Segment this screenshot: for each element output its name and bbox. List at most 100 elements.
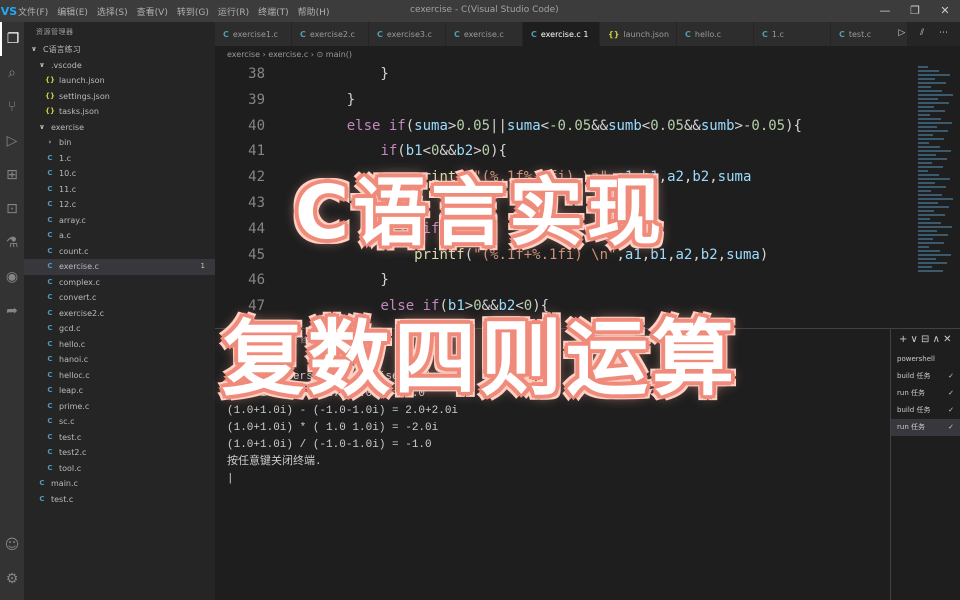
editor-tab-label: exercise.c 1	[540, 29, 589, 39]
tree-item[interactable]: {} settings.json	[24, 89, 215, 105]
source-control-icon[interactable]: ⑂	[0, 90, 24, 124]
tree-item[interactable]: › bin	[24, 135, 215, 151]
json-file-icon: {}	[608, 29, 620, 39]
minimap-line	[918, 266, 932, 268]
explorer-header: 资源管理器	[36, 28, 74, 36]
terminal-line: (1.0+1.0i) * ( 1.0 1.0i) = -2.0i	[227, 422, 439, 434]
c-file-icon: C	[47, 432, 53, 441]
tree-item[interactable]: Cexercise.c 1	[24, 259, 215, 275]
c-file-icon: C	[39, 479, 45, 487]
tree-item[interactable]: Cmain.c	[24, 476, 215, 492]
tree-item[interactable]: {} launch.json	[24, 73, 215, 89]
menu-bar: 文件(F) 编辑(E) 选择(S) 查看(V) 转到(G) 运行(R) 终端(T) 帮助(H)	[18, 5, 338, 18]
json-file-icon: {}	[45, 91, 55, 100]
minimap-line	[918, 130, 948, 132]
minimap-line	[918, 138, 944, 140]
minimap-line	[918, 142, 929, 144]
menu-item-6[interactable]: 终端(T)	[258, 8, 289, 18]
tree-item[interactable]: ∨ exercise	[24, 120, 215, 136]
tree-item[interactable]: ∨ C语言练习	[24, 42, 215, 58]
editor-tab[interactable]: Cexercise.c 1	[523, 22, 600, 46]
minimap-line	[918, 66, 928, 68]
tree-item[interactable]: ∨ .vscode	[24, 58, 215, 74]
tree-item-label: bin	[59, 138, 72, 147]
json-file-icon: {}	[45, 76, 55, 84]
editor-tab[interactable]: C 1.c	[754, 22, 831, 46]
menu-item-0[interactable]: 文件(F)	[18, 8, 48, 18]
tree-item-label: test.c	[59, 432, 82, 442]
minimap-line	[918, 110, 945, 112]
window-title: cexercise - C(Visual Studio Code)	[410, 5, 559, 15]
check-icon: ✓	[948, 423, 954, 431]
c-file-icon: C	[47, 293, 53, 301]
menu-item-2[interactable]: 选择(S)	[97, 8, 128, 18]
menu-item-7[interactable]: 帮助(H)	[298, 8, 330, 18]
minimap-line	[918, 82, 946, 84]
editor-tab[interactable]: Ctest.c	[831, 22, 908, 46]
line-number: 41	[248, 143, 265, 160]
minimap-line	[918, 74, 950, 76]
window-controls: — ❐ ✕	[870, 0, 960, 22]
close-button[interactable]: ✕	[930, 0, 960, 22]
editor-tab[interactable]: Cexercise3.c	[369, 22, 446, 46]
breadcrumb[interactable]: exercise › exercise.c › ⊙ main()	[215, 46, 960, 64]
files-icon[interactable]: ❐	[0, 22, 24, 56]
tree-item[interactable]: Ccomplex.c	[24, 275, 215, 291]
line-number: 39	[248, 91, 265, 108]
minimap-line	[918, 106, 934, 108]
minimap-line	[918, 102, 949, 104]
menu-item-4[interactable]: 转到(G)	[177, 8, 209, 18]
code-line[interactable]: else if(suma>0.05||suma<-0.05&&sumb<0.05…	[313, 118, 802, 134]
tree-item-label: tool.c	[59, 463, 82, 473]
editor-tab-label: exercise2.c	[309, 29, 355, 39]
overlay-title-line1: C语言实现	[294, 170, 666, 256]
github-icon[interactable]: ◉	[0, 260, 24, 294]
tree-item-label: settings.json	[59, 91, 110, 101]
editor-tab[interactable]: Cexercise1.c	[215, 22, 292, 46]
code-line[interactable]: if(b1<0&&b2>0){	[313, 143, 506, 159]
minimize-button[interactable]: —	[870, 0, 900, 22]
tree-item-label: .vscode	[51, 60, 82, 70]
editor-tab-label: exercise3.c	[386, 29, 432, 39]
overlay-title-line2: 复数四则运算	[221, 312, 738, 407]
maximize-button[interactable]: ❐	[900, 0, 930, 22]
run-debug-icon[interactable]: ▷	[0, 124, 24, 158]
editor-actions[interactable]: ▷ ⫽ ⋯	[898, 28, 954, 38]
tree-item[interactable]: Ctest.c	[24, 492, 215, 508]
tree-item[interactable]: Ctest2.c	[24, 445, 215, 461]
menu-item-3[interactable]: 查看(V)	[137, 8, 168, 18]
editor-tab[interactable]: Chello.c	[677, 22, 754, 46]
account-icon[interactable]: ☺	[0, 528, 24, 562]
terminal-instance[interactable]: run 任务 ✓	[891, 419, 960, 436]
menu-item-1[interactable]: 编辑(E)	[57, 8, 88, 18]
tree-item[interactable]: Ctest.c	[24, 430, 215, 446]
editor-tab[interactable]: Cexercise2.c	[292, 22, 369, 46]
tree-item-label: main.c	[51, 479, 78, 488]
minimap-line	[918, 146, 940, 148]
tree-item[interactable]: Ctool.c	[24, 461, 215, 477]
tree-item[interactable]: Csc.c	[24, 414, 215, 430]
c-file-icon: C	[47, 153, 53, 162]
tree-item[interactable]: {} tasks.json	[24, 104, 215, 120]
minimap-line	[918, 94, 953, 96]
settings-gear-icon[interactable]: ⚙	[0, 562, 24, 596]
tree-item[interactable]: Cconvert.c	[24, 290, 215, 306]
tree-item[interactable]: C 1.c	[24, 151, 215, 167]
minimap-line	[918, 154, 936, 156]
editor-tab[interactable]: Cexercise.c	[446, 22, 523, 46]
search-icon[interactable]: ⌕	[0, 56, 24, 90]
minimap-line	[918, 162, 932, 164]
minimap-line	[918, 114, 930, 116]
code-line[interactable]: }	[313, 66, 388, 82]
tree-item-label: test2.c	[59, 448, 87, 457]
minimap-line	[918, 262, 947, 264]
editor-tab[interactable]: {} launch.json	[600, 22, 677, 46]
c-file-icon: C	[839, 29, 845, 39]
folder-chevron-icon: ∨	[39, 60, 45, 69]
c-file-icon: C	[47, 277, 53, 286]
minimap-line	[918, 86, 931, 88]
c-file-icon: C	[223, 29, 229, 39]
menu-item-5[interactable]: 运行(R)	[218, 8, 249, 18]
code-line[interactable]: }	[313, 92, 355, 108]
code-line[interactable]: }	[313, 272, 388, 288]
